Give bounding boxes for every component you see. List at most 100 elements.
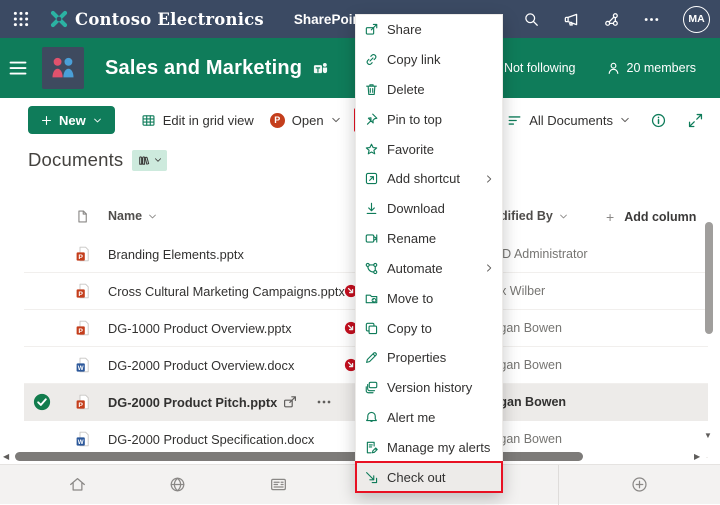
menu-item-add-shortcut[interactable]: Add shortcut — [356, 164, 502, 194]
name-column-header[interactable]: Name — [108, 209, 157, 223]
file-name[interactable]: DG-1000 Product Overview.pptx — [108, 321, 292, 336]
hamburger-menu-icon[interactable] — [8, 58, 28, 78]
add-column-button[interactable]: + Add column — [606, 209, 696, 225]
download-icon — [364, 201, 379, 216]
powerpoint-file-icon: P — [75, 320, 91, 336]
avatar[interactable]: MA — [683, 5, 710, 33]
properties-icon — [364, 350, 379, 365]
menu-item-automate[interactable]: Automate — [356, 254, 502, 284]
open-label: Open — [291, 112, 324, 128]
people-logo-icon — [48, 53, 78, 83]
new-button[interactable]: New — [28, 106, 115, 134]
powerpoint-file-icon: P — [75, 283, 91, 299]
chevron-down-icon — [93, 116, 102, 125]
favorite-icon — [364, 142, 379, 157]
open-button[interactable]: P Open — [269, 112, 341, 128]
waffle-icon[interactable] — [12, 10, 30, 28]
menu-item-label: Copy to — [387, 320, 432, 336]
more-options-icon[interactable] — [643, 11, 660, 28]
menu-item-label: Rename — [387, 231, 437, 247]
members-label: 20 members — [626, 61, 696, 75]
grid-icon — [141, 113, 156, 128]
share-icon — [364, 22, 379, 37]
members-button[interactable]: 20 members — [606, 61, 696, 76]
svg-text:P: P — [78, 254, 83, 261]
menu-item-properties[interactable]: Properties — [356, 343, 502, 373]
menu-item-label: Manage my alerts — [387, 439, 491, 455]
view-selector-label: All Documents — [529, 112, 613, 128]
menu-item-pin-to-top[interactable]: Pin to top — [356, 104, 502, 134]
menu-item-delete[interactable]: Delete — [356, 75, 502, 105]
menu-item-copy-to[interactable]: Copy to — [356, 313, 502, 343]
menu-item-label: Share — [387, 22, 422, 38]
menu-item-share[interactable]: Share — [356, 15, 502, 45]
menu-item-alert-me[interactable]: Alert me — [356, 403, 502, 433]
menu-item-label: Check out — [387, 469, 446, 485]
menu-item-download[interactable]: Download — [356, 194, 502, 224]
context-menu: Share Copy link Delete Pin to top Favorite Ad… — [355, 14, 503, 493]
globe-icon[interactable] — [168, 475, 187, 494]
powerpoint-file-icon: P — [75, 246, 91, 262]
search-icon[interactable] — [523, 11, 540, 28]
scroll-right-icon[interactable]: ▶ — [694, 452, 700, 461]
menu-item-rename[interactable]: Rename — [356, 224, 502, 254]
add-circle-icon[interactable] — [630, 475, 649, 494]
brand-name[interactable]: Contoso Electronics — [75, 10, 264, 29]
menu-item-label: Pin to top — [387, 111, 442, 127]
org-chart-icon[interactable] — [603, 11, 620, 28]
library-view-badge[interactable] — [132, 149, 168, 171]
manage-alerts-icon — [364, 440, 379, 455]
file-name[interactable]: Branding Elements.pptx — [108, 247, 244, 262]
file-name[interactable]: Cross Cultural Marketing Campaigns.pptx — [108, 284, 345, 299]
site-title[interactable]: Sales and Marketing — [105, 57, 302, 80]
megaphone-icon[interactable] — [563, 11, 580, 28]
share-icon[interactable] — [282, 394, 298, 410]
contoso-logo-icon — [48, 8, 70, 30]
chevron-down-icon — [620, 115, 630, 125]
svg-text:W: W — [78, 365, 84, 372]
menu-item-label: Add shortcut — [387, 171, 460, 187]
file-type-column-icon[interactable] — [75, 209, 90, 224]
chevron-down-icon — [148, 212, 157, 221]
file-name[interactable]: DG-2000 Product Pitch.pptx — [108, 395, 277, 410]
add-column-label: Add column — [624, 210, 697, 224]
name-header-label: Name — [108, 209, 143, 223]
menu-item-label: Move to — [387, 290, 434, 306]
home-icon[interactable] — [68, 475, 87, 494]
menu-item-version-history[interactable]: Version history — [356, 373, 502, 403]
menu-item-copy-link[interactable]: Copy link — [356, 45, 502, 75]
chevron-right-icon — [484, 263, 494, 273]
library-icon — [137, 153, 151, 167]
chevron-down-icon — [559, 212, 568, 221]
menu-item-label: Download — [387, 201, 445, 217]
move-to-icon — [364, 291, 379, 306]
expand-icon[interactable] — [687, 112, 704, 129]
scroll-left-icon[interactable]: ◀ — [3, 452, 9, 461]
edit-grid-label: Edit in grid view — [162, 112, 254, 128]
menu-item-check-out[interactable]: Check out — [355, 461, 503, 493]
info-icon[interactable] — [650, 112, 667, 129]
scroll-down-icon[interactable]: ▼ — [704, 431, 712, 440]
row-ellipsis-icon[interactable] — [316, 394, 332, 410]
menu-item-label: Favorite — [387, 141, 434, 157]
edit-grid-view-button[interactable]: Edit in grid view — [141, 113, 254, 128]
menu-item-move-to[interactable]: Move to — [356, 283, 502, 313]
menu-item-favorite[interactable]: Favorite — [356, 134, 502, 164]
menu-item-manage-my-alerts[interactable]: Manage my alerts — [356, 432, 502, 462]
selected-check-icon[interactable] — [33, 393, 51, 411]
horizontal-scrollbar[interactable]: ◀ ▶ — [0, 450, 706, 463]
view-selector[interactable]: All Documents — [507, 113, 630, 128]
file-name[interactable]: DG-2000 Product Specification.docx — [108, 432, 314, 447]
word-file-icon: W — [75, 357, 91, 373]
file-name[interactable]: DG-2000 Product Overview.docx — [108, 358, 294, 373]
vertical-scroll-thumb[interactable] — [705, 222, 713, 334]
chevron-down-icon — [331, 115, 341, 125]
copy-link-icon — [364, 52, 379, 67]
menu-item-label: Properties — [387, 350, 447, 366]
site-logo[interactable] — [42, 47, 84, 89]
plus-icon — [41, 115, 52, 126]
news-icon[interactable] — [269, 475, 288, 494]
pin-icon — [364, 112, 379, 127]
add-shortcut-icon — [364, 171, 379, 186]
chevron-right-icon — [484, 174, 494, 184]
